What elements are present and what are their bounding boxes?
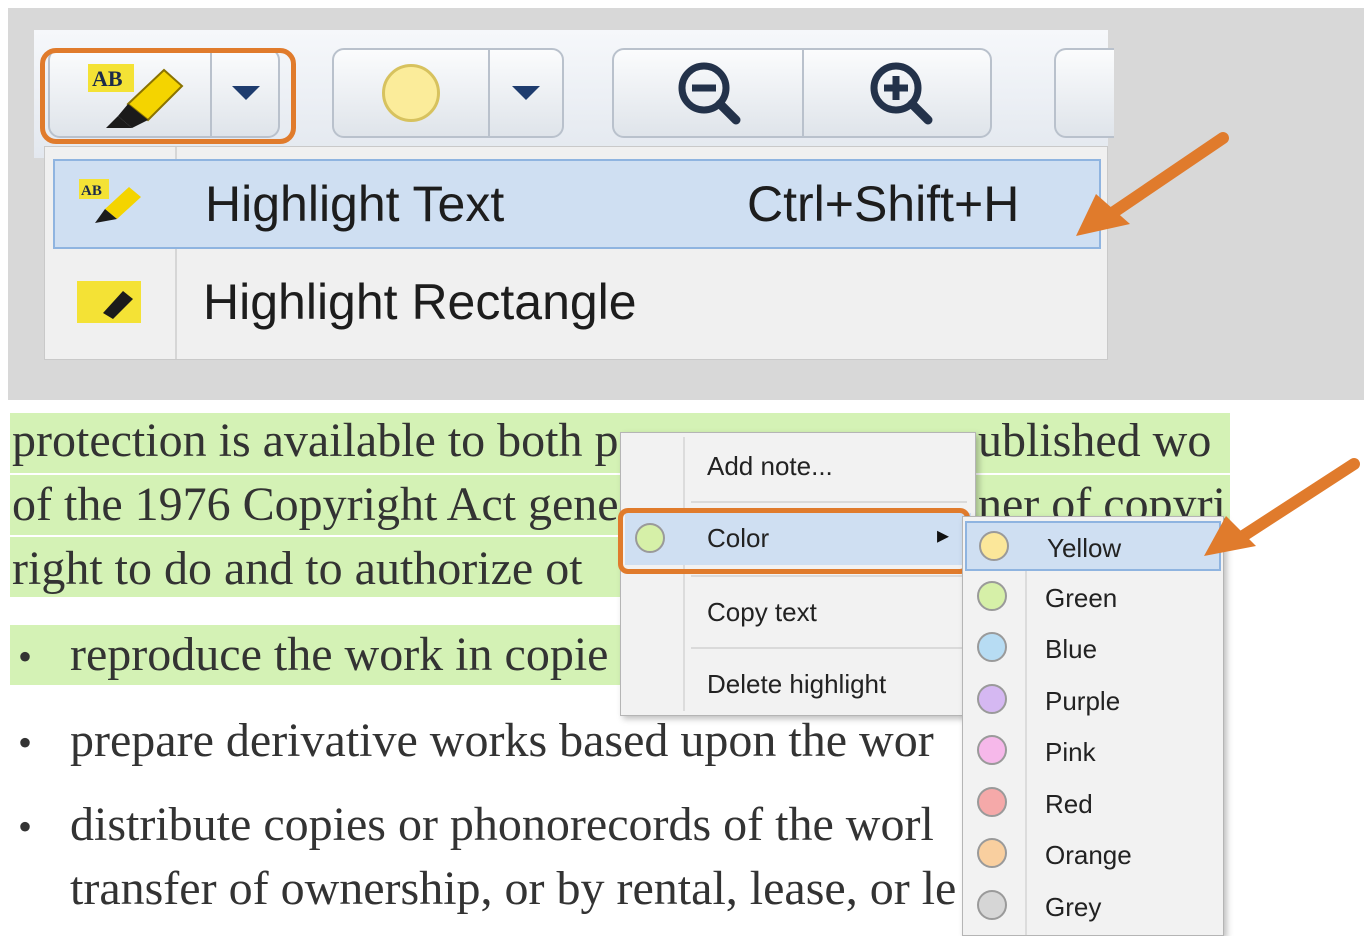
color-circle-icon [382,64,440,122]
menu-item-delete-highlight[interactable]: Delete highlight [625,659,971,711]
menu-item-label: Highlight Rectangle [203,274,637,330]
highlight-context-menu: Add note... Color ▸ Copy text Delete hig… [620,432,976,716]
top-screenshot-panel: AB AB Highlight Text Ctrl+Shift+H Highli… [8,8,1364,400]
color-option-blue[interactable]: Blue [965,624,1221,674]
red-swatch-icon [977,786,1007,817]
highlight-text-icon: AB [79,179,141,223]
menu-item-label: Copy text [707,597,817,627]
menu-item-label: Add note... [707,451,833,481]
highlight-rectangle-icon [77,281,141,323]
svg-text:AB: AB [81,183,102,199]
color-item-callout [618,508,970,574]
zoom-button-group [612,48,992,138]
color-option-label: Green [1045,582,1118,613]
document-line: of the 1976 Copyright Act gene [12,478,619,531]
document-line-fragment: ublished wo [978,414,1212,467]
pink-swatch-icon [977,735,1007,765]
color-option-label: Grey [1045,891,1102,922]
color-option-label: Purple [1045,685,1121,716]
color-option-label: Yellow [1047,533,1122,563]
document-line: transfer of ownership, or by rental, lea… [70,862,957,915]
menu-item-add-note[interactable]: Add note... [625,441,971,493]
bullet: • [18,634,33,679]
orange-swatch-icon [977,838,1007,868]
color-submenu: Yellow Green Blue Purple Pink Red Orange Grey [962,516,1224,936]
zoom-in-icon [870,62,933,125]
menu-item-shortcut: Ctrl+Shift+H [747,176,1020,232]
color-option-orange[interactable]: Orange [965,830,1221,880]
color-option-pink[interactable]: Pink [965,727,1221,777]
grey-swatch-icon [977,889,1007,920]
zoom-out-icon [678,62,741,125]
color-option-red[interactable]: Red [965,779,1221,829]
menu-item-label: Highlight Text [205,176,505,232]
zoom-in-button[interactable] [804,50,992,136]
menu-item-copy-text[interactable]: Copy text [625,587,971,639]
color-dropdown-caret[interactable] [512,86,540,100]
color-option-label: Pink [1045,737,1096,767]
callout-arrow [1076,132,1229,236]
menu-item-label: Delete highlight [707,669,887,699]
document-line: prepare derivative works based upon the … [70,714,934,767]
color-option-label: Blue [1045,634,1098,664]
color-option-yellow[interactable]: Yellow [965,521,1221,571]
zoom-out-button[interactable] [614,50,802,136]
color-option-label: Orange [1045,840,1132,870]
highlight-dropdown-menu: AB Highlight Text Ctrl+Shift+H Highlight… [44,146,1108,360]
blue-swatch-icon [977,632,1007,662]
yellow-swatch-icon [979,531,1009,561]
purple-swatch-icon [977,683,1007,714]
color-option-purple[interactable]: Purple [965,676,1221,726]
color-option-grey[interactable]: Grey [965,882,1221,932]
document-line: right to do and to authorize ot [12,542,583,595]
next-toolbar-button[interactable] [1054,48,1114,138]
highlight-button-callout [40,48,296,144]
menu-item-highlight-text[interactable]: AB Highlight Text Ctrl+Shift+H [53,159,1101,249]
callout-arrow [1204,458,1360,556]
toolbar: AB [34,30,1114,158]
document-line: reproduce the work in copie [70,628,609,681]
document-line: distribute copies or phonorecords of the… [70,798,934,851]
menu-item-highlight-rectangle[interactable]: Highlight Rectangle [53,259,1101,349]
bullet: • [18,720,33,765]
bullet: • [18,804,33,849]
color-option-green[interactable]: Green [965,573,1221,623]
color-split-button[interactable] [332,48,564,138]
green-swatch-icon [977,580,1007,611]
color-option-label: Red [1045,788,1093,819]
document-line: protection is available to both p [12,414,619,467]
